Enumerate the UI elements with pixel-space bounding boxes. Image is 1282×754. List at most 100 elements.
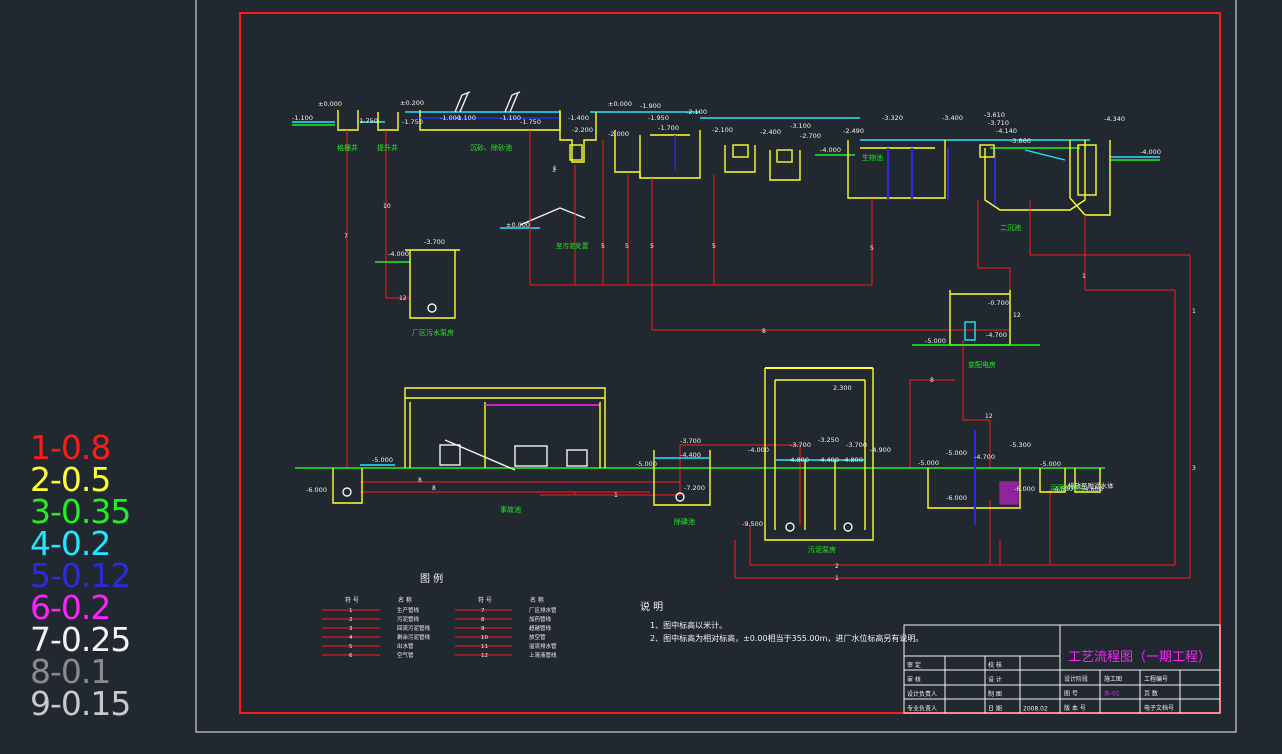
title-block: 工艺流程图（一期工程） 审 定 校 核审 核 设 计设计负责人 制 图专业负责人 日 期… [903, 624, 1221, 714]
pipe-number: 3 [1192, 465, 1196, 472]
legend-number: 9 [481, 626, 485, 632]
elevation-label: -1.700 [658, 124, 679, 132]
note-1: 1、图中标高以米计。 [650, 620, 727, 630]
legend-name: 空气管 [397, 651, 414, 659]
legend-header-3: 符 号 [478, 596, 492, 604]
side-labels: 排放至附近水体 至污泥处置 [556, 241, 1114, 490]
legend-number: 6 [349, 653, 353, 659]
title-block-cell: 审 定 [907, 661, 921, 669]
elevation-label: -3.700 [680, 437, 701, 445]
title-block-cell: 版 本 号 [1064, 704, 1086, 712]
title-block-cell: 校 核 [988, 661, 1002, 669]
legend-table: 图 例 符 号 名 称 符 号 名 称 1 生产管线 7 厂区排水管 2 污泥管线 8 加药管… [322, 572, 557, 659]
elevation-label: -2.100 [712, 126, 733, 134]
title-block-cell: 制 图 [988, 690, 1002, 698]
elevation-label: 2.300 [833, 384, 852, 392]
structure-label: 厂区污水泵房 [412, 328, 454, 337]
title-block-cell: 图 号 [1064, 691, 1078, 698]
elevation-label: -3.710 [988, 119, 1009, 127]
elevation-label: -4.700 [986, 331, 1007, 339]
legend-number: 3 [349, 626, 353, 632]
elevation-label: -4.400 [680, 451, 701, 459]
title-block-cell: 设计阶段 [1064, 675, 1088, 683]
legend-number: 12 [481, 653, 488, 659]
legend-name: 厂区排水管 [529, 606, 557, 614]
legend-number: 5 [349, 644, 353, 650]
elevation-label: -2.000 [608, 130, 629, 138]
title-block-cell: 审 核 [907, 676, 921, 684]
middle-structures [375, 249, 1040, 346]
legend-name: 剩余污泥管线 [397, 633, 431, 641]
elevation-label: -1.950 [648, 114, 669, 122]
pipe-number: 8 [418, 477, 422, 484]
pipe-number: 12 [985, 413, 993, 420]
pipe-number: 1 [835, 575, 839, 582]
title-block-cell: 2008.02 [1023, 706, 1048, 713]
elevation-label: -5.000 [372, 456, 393, 464]
elevation-label: -7.200 [684, 484, 705, 492]
elevation-label: -1.100 [455, 114, 476, 122]
elevation-label: -1.400 [568, 114, 589, 122]
pipe-number: 5 [625, 243, 629, 250]
elevation-label: -4.400 [818, 456, 839, 464]
elevation-label: -6.000 [946, 494, 967, 502]
title-block-cell: 设计负责人 [907, 690, 937, 698]
pipe-number: 8 [762, 328, 766, 335]
elevation-label: -3.250 [818, 436, 839, 444]
title-block-cell: 水-01 [1104, 690, 1120, 698]
structure-label: 生物池 [862, 153, 883, 162]
pipe-number: 1 [1082, 273, 1086, 280]
elevation-label: -3.700 [846, 441, 867, 449]
elevation-label: -1.100 [292, 114, 313, 122]
elevation-label: -5.300 [1010, 441, 1031, 449]
mid-elevation-labels: -4.000 -3.700 -0.700 -4.700 -5.000 ±0.000 2.30… [388, 221, 1009, 392]
elevation-label: -3.700 [790, 441, 811, 449]
elevation-label: -1.100 [500, 114, 521, 122]
elevation-label: -6.000 [1014, 485, 1035, 493]
elevation-label: -1.750 [520, 118, 541, 126]
elevation-label: -5.000 [1040, 460, 1061, 468]
structure-label: 提升井 [377, 143, 398, 152]
pipe-number: 12 [399, 295, 407, 302]
structure-label: 除磷池 [674, 517, 695, 526]
legend-header-4: 名 称 [530, 596, 544, 604]
note-2: 2、图中标高为相对标高，±0.00相当于355.00m，进厂水位标高另有说明。 [650, 633, 923, 643]
elevation-label: ±0.000 [318, 100, 342, 108]
sludge-disposal-label: 至污泥处置 [556, 241, 589, 250]
elevation-label: -4.140 [996, 127, 1017, 135]
elevation-label: ±0.000 [608, 100, 632, 108]
structure-label: 二沉池 [1000, 223, 1021, 232]
elevation-label: -4.800 [842, 456, 863, 464]
legend-name: 放空管 [529, 633, 546, 641]
elevation-label: -2.100 [686, 108, 707, 116]
elevation-label: -1.900 [640, 102, 661, 110]
pipe-number: 8 [432, 485, 436, 492]
elevation-label: -1.750 [402, 118, 423, 126]
elevation-label: -3.100 [790, 122, 811, 130]
elevation-label: -4.000 [820, 146, 841, 154]
elevation-label: ±0.200 [400, 99, 424, 107]
elevation-label: -4.900 [870, 446, 891, 454]
title-block-cell: 施工图 [1104, 675, 1122, 683]
title-block-cells: 审 定 校 核审 核 设 计设计负责人 制 图专业负责人 日 期 2008.02 设计阶段 施… [907, 661, 1174, 713]
notes-title: 说 明 [640, 600, 663, 613]
elevation-label: -4.700 [974, 453, 995, 461]
elevation-label: -2.700 [800, 132, 821, 140]
legend-name: 加药管线 [529, 615, 552, 623]
cad-drawing: 图 例 符 号 名 称 符 号 名 称 1 生产管线 7 厂区排水管 2 污泥管线 8 加药管… [195, 0, 1237, 733]
pipe-number: 2 [835, 563, 839, 570]
elevation-label: -9.500 [742, 520, 763, 528]
legend-rows: 1 生产管线 7 厂区排水管 2 污泥管线 8 加药管线 3 回流污泥管线 9 超越管线 4 剩余污泥管线… [322, 606, 557, 659]
structure-label: 变配电房 [968, 360, 996, 369]
pipe-number: 5 [870, 245, 874, 252]
pipe-number: 5 [601, 243, 605, 250]
elevation-label: -5.000 [946, 449, 967, 457]
legend-number: 7 [481, 608, 485, 614]
pipe-number: 1 [552, 167, 556, 174]
elevation-label: -0.700 [988, 299, 1009, 307]
legend-name: 回流污泥管线 [397, 624, 431, 632]
pipe-number-labels: 7101215 5 5 58511281232188111 [344, 165, 1196, 582]
elevation-label: -2.200 [572, 126, 593, 134]
elevation-label: -6.000 [306, 486, 327, 494]
legend-number: 2 [349, 617, 353, 623]
